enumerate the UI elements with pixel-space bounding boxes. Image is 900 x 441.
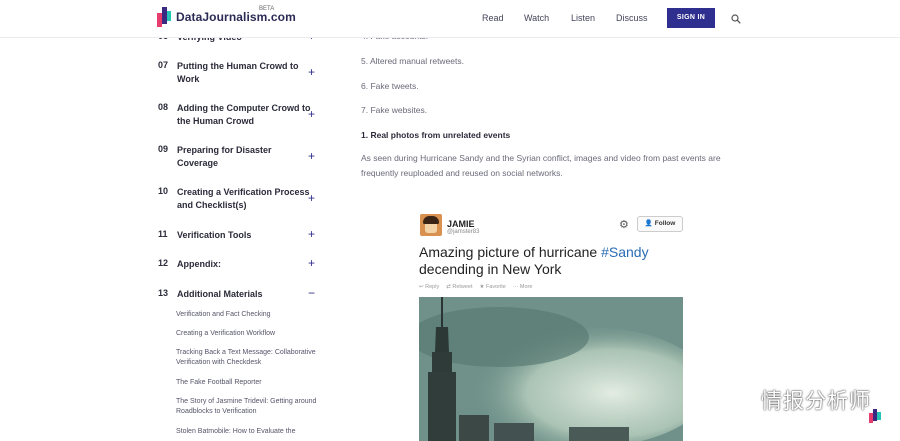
watermark: 情报分析师 [727,385,871,415]
chapter-title: Creating a Verification Process and Chec… [177,187,310,210]
more-action[interactable]: ··· More [513,284,533,290]
chapter-number: 13 [158,288,169,298]
expand-icon[interactable]: + [308,257,315,270]
section-heading: 1. Real photos from unrelated events [361,130,511,140]
sub-item[interactable]: Stolen Batmobile: How to Evaluate the [176,427,326,437]
expand-icon[interactable]: + [308,150,315,163]
follow-button[interactable]: 👤 Follow [637,216,683,232]
chapter-number: 10 [158,186,169,196]
chapter-number: 09 [158,144,169,154]
chapter-number: 11 [158,229,168,239]
site-logo[interactable]: DataJournalism.com BETA [157,6,296,27]
search-icon[interactable] [731,14,741,24]
sub-item[interactable]: The Fake Football Reporter [176,378,326,388]
reply-action[interactable]: ↩ Reply [419,284,439,290]
user-add-icon: 👤 [644,220,653,227]
beta-badge: BETA [259,6,275,12]
body-paragraph: As seen during Hurricane Sandy and the S… [361,153,721,178]
site-header: DataJournalism.com BETA Read Watch Liste… [0,0,900,38]
chapter-number: 12 [158,258,169,268]
chapter-title: Putting the Human Crowd to Work [177,61,299,84]
sub-item[interactable]: Verification and Fact Checking [176,310,326,320]
wechat-icon [727,389,752,410]
tweet-actions: ↩ Reply ⇄ Retweet ★ Favorite ··· More [419,284,532,290]
chapter-title: Adding the Computer Crowd to the Human C… [177,103,311,126]
list-item: 5. Altered manual retweets. [361,56,465,66]
chapter-title: Verification Tools [177,230,252,240]
nav-read[interactable]: Read [482,13,504,23]
brand-mark-icon [866,406,884,426]
chapter-sidebar: 06 Verifying Video + 07 Putting the Huma… [0,0,330,441]
sub-item[interactable]: The Story of Jasmine Tridevil: Getting a… [176,397,326,417]
nav-watch[interactable]: Watch [524,13,549,23]
hashtag-link[interactable]: #Sandy [601,244,648,260]
chapter-number: 07 [158,60,169,70]
retweet-action[interactable]: ⇄ Retweet [446,284,472,290]
tweet-author-handle[interactable]: @jamster83 [447,229,479,235]
embedded-tweet: JAMIE @jamster83 ⚙ 👤 Follow Amazing pictu… [419,211,683,441]
gear-icon[interactable]: ⚙ [619,218,629,231]
chapter-number: 08 [158,102,169,112]
follow-label: Follow [654,220,676,227]
expand-icon[interactable]: + [308,108,315,121]
nav-discuss[interactable]: Discuss [616,13,648,23]
sub-item[interactable]: Creating a Verification Workflow [176,329,326,339]
sign-in-button[interactable]: SIGN IN [667,8,715,28]
favorite-action[interactable]: ★ Favorite [480,284,506,290]
chapter-title: Appendix: [177,259,221,269]
avatar[interactable] [420,214,442,236]
list-item: 6. Fake tweets. [361,81,419,91]
list-item: 7. Fake websites. [361,105,428,115]
logo-icon [157,7,171,27]
logo-text: DataJournalism.com [176,10,296,24]
expand-icon[interactable]: + [308,66,315,79]
tweet-text: Amazing picture of hurricane #Sandy dece… [419,244,649,277]
chapter-title: Preparing for Disaster Coverage [177,145,272,168]
watermark-text: 情报分析师 [761,389,871,413]
expand-icon[interactable]: + [308,192,315,205]
hurricane-photo [419,297,683,441]
nav-listen[interactable]: Listen [571,13,595,23]
expand-icon[interactable]: + [308,228,315,241]
sub-item[interactable]: Tracking Back a Text Message: Collaborat… [176,348,326,368]
collapse-icon[interactable]: − [308,287,315,300]
tweet-author-name[interactable]: JAMIE [447,219,475,229]
chapter-title: Additional Materials [177,289,263,299]
